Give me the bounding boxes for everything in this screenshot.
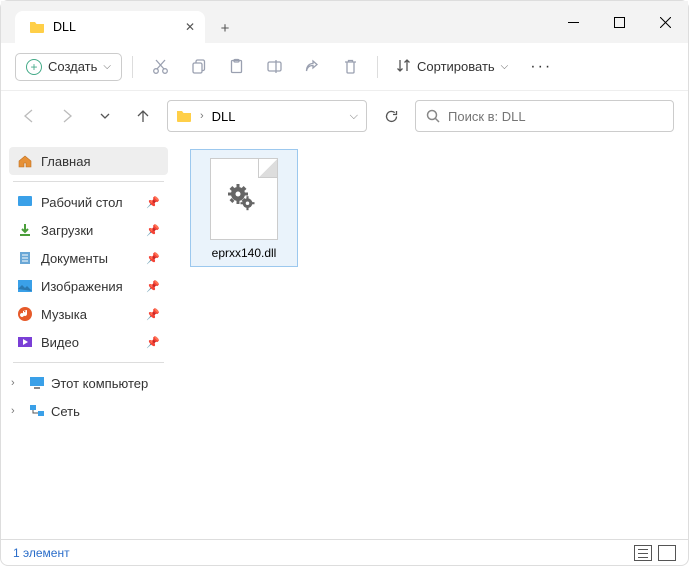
network-icon: [29, 403, 45, 419]
chevron-down-icon: ⌵: [501, 61, 509, 72]
pin-icon[interactable]: 📌: [146, 336, 160, 349]
new-tab-button[interactable]: +: [205, 20, 245, 43]
pin-icon[interactable]: 📌: [146, 252, 160, 265]
sidebar-item-videos[interactable]: Видео 📌: [9, 328, 168, 356]
minimize-button[interactable]: [550, 1, 596, 43]
sidebar-item-downloads[interactable]: Загрузки 📌: [9, 216, 168, 244]
copy-icon[interactable]: [181, 50, 215, 84]
refresh-button[interactable]: [377, 102, 405, 130]
sort-icon: [396, 58, 411, 76]
folder-icon: [176, 108, 192, 124]
sidebar-item-desktop[interactable]: Рабочий стол 📌: [9, 188, 168, 216]
sidebar-label: Этот компьютер: [51, 376, 148, 391]
main-area: Главная Рабочий стол 📌 Загрузки 📌 Докуме…: [1, 141, 688, 539]
sidebar-label: Документы: [41, 251, 108, 266]
separator: [377, 56, 378, 78]
sort-label: Сортировать: [417, 59, 495, 74]
view-toggle: [634, 545, 676, 561]
status-bar: 1 элемент: [1, 539, 688, 565]
create-label: Создать: [48, 59, 97, 74]
pin-icon[interactable]: 📌: [146, 224, 160, 237]
sidebar-item-documents[interactable]: Документы 📌: [9, 244, 168, 272]
sort-button[interactable]: Сортировать ⌵: [388, 53, 516, 81]
sidebar-label: Главная: [41, 154, 90, 169]
pc-icon: [29, 375, 45, 391]
video-icon: [17, 334, 33, 350]
sidebar-item-music[interactable]: Музыка 📌: [9, 300, 168, 328]
chevron-down-icon: ⌵: [103, 61, 111, 72]
sidebar-item-home[interactable]: Главная: [9, 147, 168, 175]
separator: [13, 362, 164, 363]
dll-file-icon: [210, 158, 278, 240]
picture-icon: [17, 278, 33, 294]
sidebar-label: Сеть: [51, 404, 80, 419]
item-count: 1 элемент: [13, 546, 70, 560]
plus-icon: +: [26, 59, 42, 75]
tab-dll[interactable]: DLL ✕: [15, 11, 205, 43]
sidebar-item-pictures[interactable]: Изображения 📌: [9, 272, 168, 300]
chevron-right-icon[interactable]: ›: [11, 405, 23, 417]
chevron-right-icon[interactable]: ›: [200, 110, 204, 122]
sidebar: Главная Рабочий стол 📌 Загрузки 📌 Докуме…: [1, 141, 176, 539]
rename-icon[interactable]: [257, 50, 291, 84]
tab-title: DLL: [53, 20, 76, 34]
create-button[interactable]: + Создать ⌵: [15, 53, 122, 81]
download-icon: [17, 222, 33, 238]
pin-icon[interactable]: 📌: [146, 280, 160, 293]
folder-icon: [29, 19, 45, 35]
up-button[interactable]: [129, 102, 157, 130]
title-bar: DLL ✕ +: [1, 1, 688, 43]
document-icon: [17, 250, 33, 266]
back-button[interactable]: [15, 102, 43, 130]
paste-icon[interactable]: [219, 50, 253, 84]
separator: [132, 56, 133, 78]
chevron-down-icon[interactable]: ⌵: [350, 110, 358, 123]
maximize-button[interactable]: [596, 1, 642, 43]
desktop-icon: [17, 194, 33, 210]
icons-view-button[interactable]: [658, 545, 676, 561]
details-view-button[interactable]: [634, 545, 652, 561]
sidebar-label: Изображения: [41, 279, 123, 294]
share-icon[interactable]: [295, 50, 329, 84]
search-icon: [426, 109, 440, 123]
pin-icon[interactable]: 📌: [146, 196, 160, 209]
address-bar[interactable]: › DLL ⌵: [167, 100, 367, 132]
sidebar-item-thispc[interactable]: › Этот компьютер: [9, 369, 168, 397]
home-icon: [17, 153, 33, 169]
delete-icon[interactable]: [333, 50, 367, 84]
address-row: › DLL ⌵: [1, 91, 688, 141]
toolbar: + Создать ⌵ Сортировать ⌵ ···: [1, 43, 688, 91]
separator: [13, 181, 164, 182]
file-content[interactable]: eprxx140.dll: [176, 141, 688, 539]
breadcrumb-current[interactable]: DLL: [212, 109, 236, 124]
search-box[interactable]: [415, 100, 674, 132]
chevron-right-icon[interactable]: ›: [11, 377, 23, 389]
sidebar-label: Загрузки: [41, 223, 93, 238]
cut-icon[interactable]: [143, 50, 177, 84]
close-tab-icon[interactable]: ✕: [185, 20, 195, 34]
recent-button[interactable]: [91, 102, 119, 130]
more-button[interactable]: ···: [520, 58, 562, 76]
pin-icon[interactable]: 📌: [146, 308, 160, 321]
sidebar-label: Рабочий стол: [41, 195, 123, 210]
window-controls: [550, 1, 688, 43]
music-icon: [17, 306, 33, 322]
file-name: eprxx140.dll: [212, 246, 277, 260]
sidebar-label: Видео: [41, 335, 79, 350]
sidebar-label: Музыка: [41, 307, 87, 322]
sidebar-item-network[interactable]: › Сеть: [9, 397, 168, 425]
close-button[interactable]: [642, 1, 688, 43]
search-input[interactable]: [448, 109, 663, 124]
file-item[interactable]: eprxx140.dll: [190, 149, 298, 267]
forward-button[interactable]: [53, 102, 81, 130]
